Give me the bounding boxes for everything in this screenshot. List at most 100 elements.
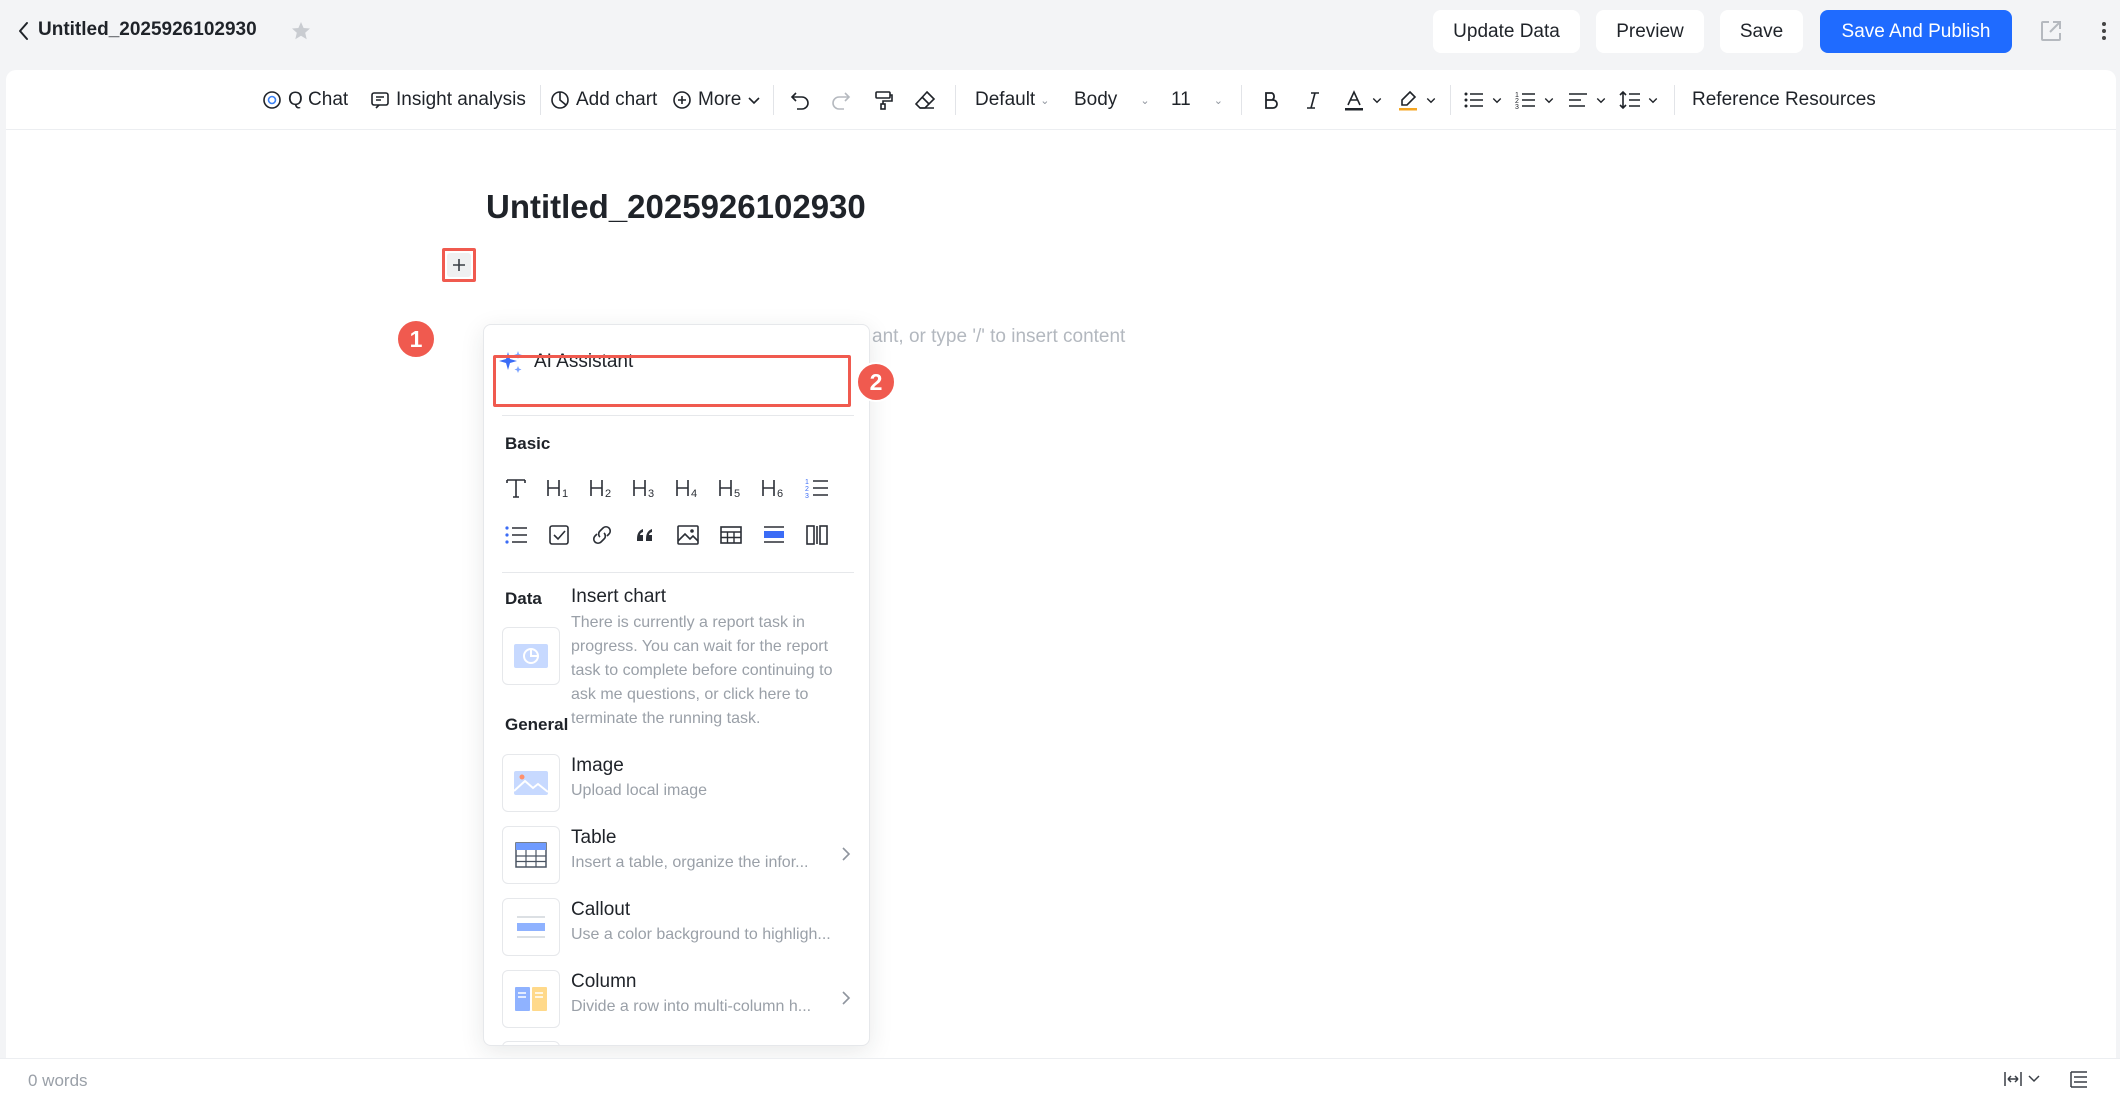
editor-canvas: Q Chat Insight analysis Add chart More D… <box>6 70 2116 1094</box>
more-insert-button[interactable]: More <box>671 84 762 116</box>
caret-down-icon: ⌄ <box>1040 94 1050 107</box>
update-data-button[interactable]: Update Data <box>1433 10 1580 53</box>
paragraph-dropdown[interactable]: Body ⌄ <box>1074 84 1150 116</box>
outline-icon[interactable] <box>2068 1068 2090 1090</box>
paragraph-value: Body <box>1074 89 1118 110</box>
font-size-dropdown[interactable]: 11 ⌄ <box>1171 84 1223 116</box>
table-item-title: Table <box>571 827 617 848</box>
ordered-list-icon[interactable]: 1 2 3 <box>800 471 834 505</box>
image-icon[interactable] <box>671 518 705 552</box>
save-and-publish-button[interactable]: Save And Publish <box>1820 10 2012 53</box>
table-item[interactable]: Table Insert a table, organize the infor… <box>502 822 854 886</box>
document-title-header[interactable]: Untitled_2025926102930 <box>38 19 257 41</box>
table-item-desc: Insert a table, organize the infor... <box>571 854 809 871</box>
font-size-value: 11 <box>1171 89 1191 110</box>
undo-icon <box>790 92 809 110</box>
chevron-down-icon <box>1596 98 1606 104</box>
bullet-list-icon[interactable] <box>499 518 533 552</box>
column-icon[interactable] <box>800 518 834 552</box>
next-item-thumbnail-partial <box>502 1041 560 1045</box>
bold-button[interactable] <box>1260 84 1282 116</box>
favorite-star-icon[interactable] <box>289 19 313 43</box>
undo-button[interactable] <box>788 84 812 116</box>
editor-placeholder[interactable]: ant, or type '/' to insert content <box>872 326 1125 348</box>
callout-item-desc: Use a color background to highligh... <box>571 926 831 943</box>
image-item[interactable]: Image Upload local image <box>502 750 854 814</box>
heading3-icon[interactable]: 3 <box>628 471 662 505</box>
bullet-list-button[interactable] <box>1462 84 1503 116</box>
text-color-icon <box>1345 90 1363 111</box>
page-width-icon[interactable] <box>2002 1068 2044 1090</box>
heading4-icon[interactable]: 4 <box>671 471 705 505</box>
svg-text:5: 5 <box>734 488 740 500</box>
callout-item[interactable]: Callout Use a color background to highli… <box>502 894 854 958</box>
line-spacing-icon <box>1619 90 1640 110</box>
chevron-right-icon <box>842 991 851 1005</box>
plus-circle-icon <box>673 91 691 109</box>
checklist-icon[interactable] <box>542 518 576 552</box>
line-spacing-button[interactable] <box>1618 84 1659 116</box>
column-item[interactable]: Column Divide a row into multi-column h.… <box>502 966 854 1030</box>
chevron-down-icon <box>1372 98 1382 104</box>
text-icon[interactable] <box>499 471 533 505</box>
format-painter-button[interactable] <box>872 84 896 116</box>
top-header: Untitled_2025926102930 Update Data Previ… <box>0 0 2120 62</box>
highlight-color-button[interactable] <box>1396 84 1437 116</box>
insert-chart-title[interactable]: Insert chart <box>571 586 666 608</box>
italic-button[interactable] <box>1302 84 1324 116</box>
more-vertical-icon[interactable] <box>2094 18 2114 44</box>
chart-thumbnail-icon[interactable] <box>502 627 560 685</box>
redo-icon <box>832 92 851 110</box>
text-color-button[interactable] <box>1342 84 1383 116</box>
format-painter-icon <box>875 91 893 110</box>
more-label: More <box>698 89 742 110</box>
formatting-toolbar: Q Chat Insight analysis Add chart More D… <box>6 70 2116 130</box>
italic-icon <box>1307 92 1319 109</box>
open-external-icon[interactable] <box>2038 18 2064 44</box>
link-icon[interactable] <box>585 518 619 552</box>
chevron-down-icon <box>1544 98 1554 104</box>
caret-down-icon: ⌄ <box>1213 94 1223 107</box>
save-button[interactable]: Save <box>1720 10 1803 53</box>
image-thumbnail-icon <box>502 754 560 812</box>
clear-format-button[interactable] <box>913 84 937 116</box>
heading5-icon[interactable]: 5 <box>714 471 748 505</box>
add-chart-button[interactable]: Add chart <box>549 84 657 116</box>
ordered-list-icon: 1 2 3 <box>1515 92 1535 111</box>
q-chat-button[interactable]: Q Chat <box>261 84 348 116</box>
reference-resources-button[interactable]: Reference Resources <box>1692 84 1876 116</box>
data-section-label: Data <box>505 589 542 608</box>
preview-button[interactable]: Preview <box>1596 10 1704 53</box>
column-item-title: Column <box>571 971 637 992</box>
redo-button[interactable] <box>829 84 853 116</box>
step2-badge: 2 <box>856 362 896 402</box>
svg-text:4: 4 <box>691 488 697 500</box>
toolbar-divider <box>773 85 774 115</box>
heading1-icon[interactable]: 1 <box>542 471 576 505</box>
table-thumbnail-icon <box>502 826 560 884</box>
back-chevron-icon[interactable] <box>12 18 36 44</box>
svg-text:6: 6 <box>777 488 783 500</box>
callout-thumbnail-icon <box>502 898 560 956</box>
step1-badge: 1 <box>396 319 436 359</box>
callout-icon[interactable] <box>757 518 791 552</box>
insight-analysis-label: Insight analysis <box>396 89 526 110</box>
insert-chart-description[interactable]: There is currently a report task in prog… <box>571 611 841 731</box>
word-count: 0 words <box>28 1071 88 1090</box>
menu-divider <box>502 415 854 416</box>
align-button[interactable] <box>1566 84 1607 116</box>
ordered-list-button[interactable]: 1 2 3 <box>1514 84 1555 116</box>
chevron-down-icon <box>1648 98 1658 104</box>
quote-icon[interactable] <box>628 518 662 552</box>
insight-analysis-button[interactable]: Insight analysis <box>369 84 526 116</box>
style-dropdown[interactable]: Default ⌄ <box>975 84 1049 116</box>
table-icon[interactable] <box>714 518 748 552</box>
heading6-icon[interactable]: 6 <box>757 471 791 505</box>
svg-text:2: 2 <box>805 486 809 493</box>
heading2-icon[interactable]: 2 <box>585 471 619 505</box>
document-title[interactable]: Untitled_2025926102930 <box>486 188 866 226</box>
toolbar-divider <box>540 85 541 115</box>
add-chart-label: Add chart <box>576 89 658 110</box>
svg-text:3: 3 <box>805 493 809 500</box>
chevron-down-icon <box>1492 98 1502 104</box>
